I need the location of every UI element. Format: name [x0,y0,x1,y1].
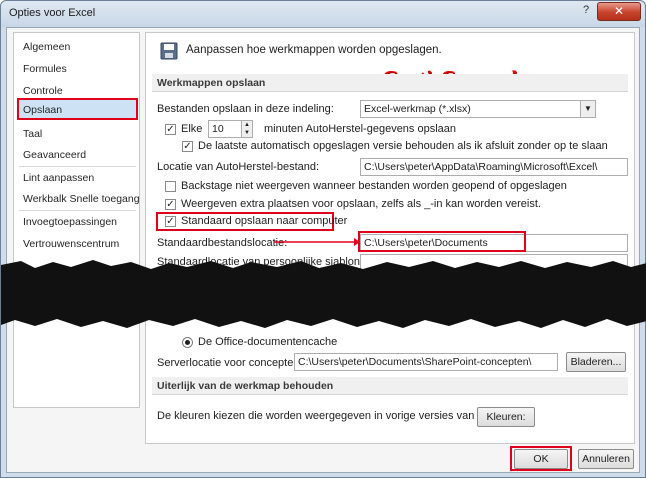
autosave-minutes-value: 10 [212,123,224,135]
category-nav: Algemeen Formules Controle Opslaan Taal … [13,32,140,408]
nav-item-controle[interactable]: Controle [23,83,63,99]
backstage-checkbox[interactable] [165,181,176,192]
section-appearance: Uiterlijk van de werkmap behouden [152,377,628,395]
close-button[interactable]: ✕ [597,2,641,21]
autosave-minutes-input[interactable]: 10 ▲ ▼ [208,120,253,138]
format-select-value: Excel-werkmap (*.xlsx) [364,103,471,115]
extra-places-checkbox[interactable]: ✓ [165,199,176,210]
office-cache-label: De Office-documentencache [198,336,338,348]
nav-item-vertrouwenscentrum[interactable]: Vertrouwenscentrum [23,236,119,252]
format-label: Bestanden opslaan in deze indeling: [157,103,334,115]
autosave-prefix: Elke [181,123,203,135]
save-to-computer-label: Standaard opslaan naar computer [181,215,348,227]
save-to-computer-checkbox[interactable]: ✓ [165,216,176,227]
arrow-icon [274,238,360,246]
colors-label: De kleuren kiezen die worden weergegeven… [157,410,508,422]
autosave-suffix: minuten AutoHerstel-gegevens opslaan [264,123,457,135]
nav-item-formules[interactable]: Formules [23,61,67,77]
save-icon [160,42,178,63]
nav-item-algemeen[interactable]: Algemeen [23,39,70,55]
keep-last-checkbox[interactable]: ✓ [182,141,193,152]
window-title: Opties voor Excel [9,7,96,19]
backstage-label: Backstage niet weergeven wanneer bestand… [181,180,567,192]
autosave-checkbox[interactable]: ✓ [165,124,176,135]
default-location-label: Standaardbestandslocatie: [157,237,288,249]
server-location-input[interactable]: C:\Users\peter\Documents\SharePoint-conc… [294,353,558,371]
colors-button[interactable]: Kleuren: [477,407,535,427]
nav-item-invoegtoepassingen[interactable]: Invoegtoepassingen [23,214,117,230]
nav-item-lint-aanpassen[interactable]: Lint aanpassen [23,170,94,186]
highlight-box [358,231,526,252]
ok-button[interactable]: OK [514,449,568,469]
autorecover-label: Locatie van AutoHerstel-bestand: [157,161,320,173]
server-location-label: Serverlocatie voor concepten: [157,357,303,369]
nav-item-opslaan[interactable]: Opslaan [23,102,62,118]
torn-edge-overlay [1,260,646,328]
radio-button-selected[interactable] [182,337,193,351]
nav-divider [19,166,136,167]
dialog-client: Algemeen Formules Controle Opslaan Taal … [6,27,640,473]
browse-button[interactable]: Bladeren... [566,352,626,372]
page-heading: Aanpassen hoe werkmappen worden opgeslag… [186,44,442,56]
cancel-button[interactable]: Annuleren [578,449,634,469]
section-save-workbooks: Werkmappen opslaan [152,74,628,92]
extra-places-label: Weergeven extra plaatsen voor opslaan, z… [181,198,541,210]
spinner-icon[interactable]: ▲ ▼ [241,121,252,137]
title-bar: Opties voor Excel ? ✕ [1,1,645,27]
autorecover-path-input[interactable]: C:\Users\peter\AppData\Roaming\Microsoft… [360,158,628,176]
nav-divider [19,210,136,211]
help-button[interactable]: ? [576,4,596,21]
nav-item-werkbalk[interactable]: Werkbalk Snelle toegang [23,191,140,207]
options-panel: Aanpassen hoe werkmappen worden opgeslag… [145,32,635,444]
chevron-down-icon[interactable]: ▼ [580,101,595,117]
nav-item-geavanceerd[interactable]: Geavanceerd [23,147,86,163]
format-select[interactable]: Excel-werkmap (*.xlsx) ▼ [360,100,596,118]
keep-last-label: De laatste automatisch opgeslagen versie… [198,140,608,152]
nav-item-taal[interactable]: Taal [23,126,42,142]
options-dialog: Opties voor Excel ? ✕ Algemeen Formules … [0,0,646,478]
